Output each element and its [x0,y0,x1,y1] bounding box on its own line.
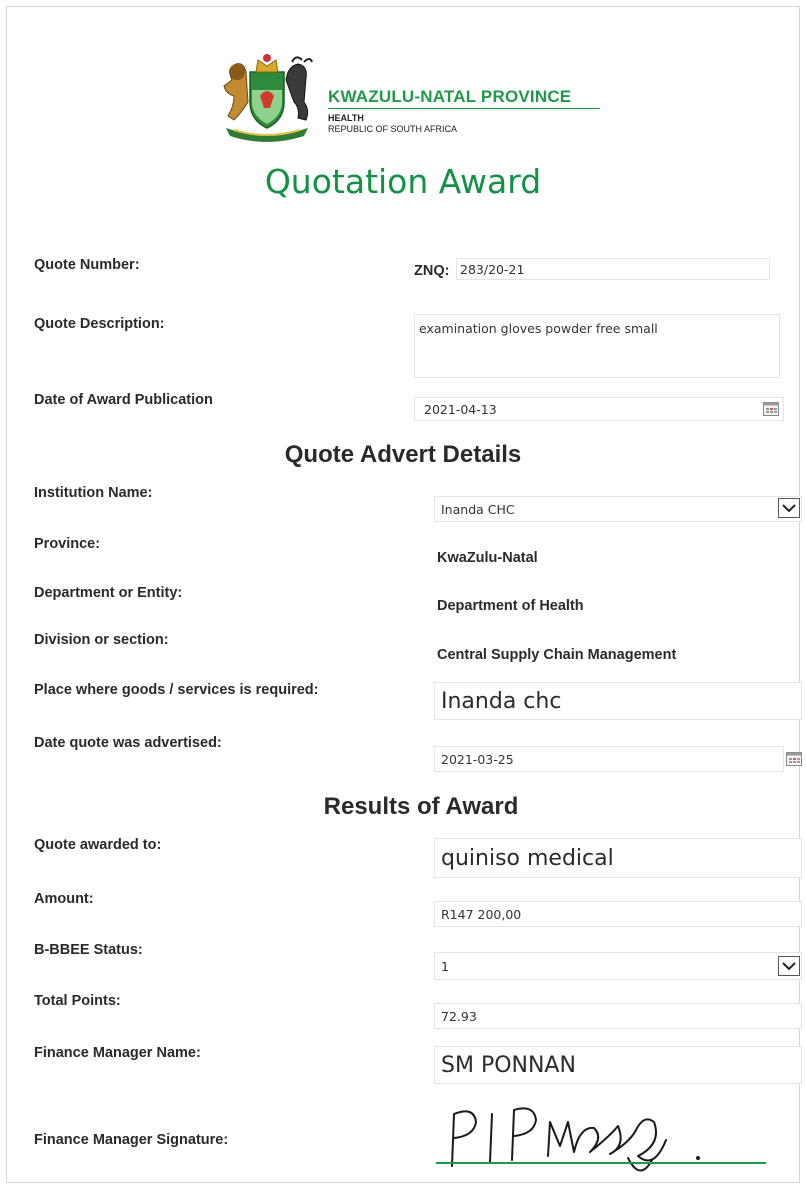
province-value: KwaZulu-Natal [437,550,538,566]
quote-number-field[interactable]: 283/20-21 [456,258,770,280]
place-value: Inanda chc [441,689,562,714]
page-title: Quotation Award [264,162,542,201]
division-label: Division or section: [34,632,169,648]
coat-of-arms-logo [212,50,322,146]
institution-value: Inanda CHC [441,502,515,517]
awarded-to-field[interactable]: quiniso medical [434,838,802,878]
award-date-label: Date of Award Publication [34,392,213,408]
province-label: Province: [34,536,101,552]
awarded-to-value: quiniso medical [441,846,614,871]
award-date-field[interactable]: 2021-04-13 [414,397,784,421]
amount-label: Amount: [34,891,94,907]
quote-description-field[interactable]: examination gloves powder free small [414,314,780,378]
quote-description-label: Quote Description: [34,316,165,332]
award-date-value: 2021-04-13 [424,402,497,417]
awarded-to-label: Quote awarded to: [34,837,162,853]
signature-line [436,1162,766,1164]
department-label: Department or Entity: [34,585,183,601]
bbbee-dropdown-button[interactable] [778,956,800,976]
quote-number-value: 283/20-21 [460,262,525,277]
advertised-date-value: 2021-03-25 [441,752,514,767]
amount-value: R147 200,00 [441,907,522,922]
advert-heading: Quote Advert Details [284,441,522,468]
org-dept: HEALTH [328,113,364,123]
finance-manager-field[interactable]: SM PONNAN [434,1046,802,1084]
calendar-icon[interactable] [763,402,779,416]
org-country: REPUBLIC OF SOUTH AFRICA [328,124,458,134]
place-field[interactable]: Inanda chc [434,682,802,720]
total-points-value: 72.93 [441,1009,477,1024]
quote-description-value: examination gloves powder free small [419,321,658,336]
org-name: KWAZULU-NATAL PROVINCE [328,87,572,106]
finance-manager-label: Finance Manager Name: [34,1045,201,1061]
bbbee-label: B-BBEE Status: [34,942,143,958]
advertised-date-label: Date quote was advertised: [34,735,222,751]
finance-manager-value: SM PONNAN [441,1053,576,1078]
org-underline [328,108,600,109]
chevron-down-icon [782,962,796,971]
bbbee-select[interactable]: 1 [434,952,802,980]
total-points-field[interactable]: 72.93 [434,1003,802,1029]
bbbee-value: 1 [441,959,449,974]
total-points-label: Total Points: [34,993,121,1009]
amount-field[interactable]: R147 200,00 [434,901,802,927]
signature-label: Finance Manager Signature: [34,1132,229,1148]
place-label: Place where goods / services is required… [34,682,319,698]
institution-dropdown-button[interactable] [778,498,800,518]
calendar-icon[interactable] [786,752,802,766]
department-value: Department of Health [437,598,584,614]
advertised-date-field[interactable]: 2021-03-25 [434,746,784,772]
division-value: Central Supply Chain Management [437,647,677,663]
chevron-down-icon [782,504,796,513]
quote-number-label: Quote Number: [34,257,140,273]
institution-label: Institution Name: [34,485,153,501]
results-heading: Results of Award [323,793,519,820]
handwritten-signature [440,1096,720,1176]
quote-number-prefix: ZNQ: [414,263,450,279]
institution-select[interactable]: Inanda CHC [434,496,802,522]
